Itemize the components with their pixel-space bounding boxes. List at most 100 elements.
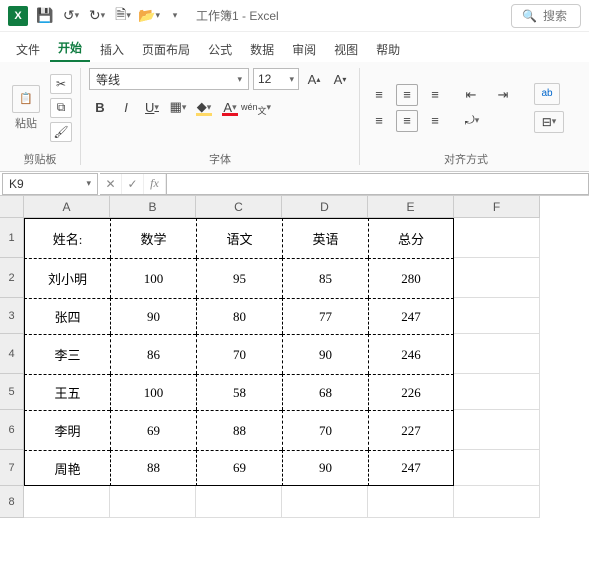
cell-A8[interactable]: [24, 486, 110, 518]
align-center-icon[interactable]: ≡: [396, 110, 418, 132]
cell-A2[interactable]: 刘小明: [24, 258, 110, 298]
cell-E3[interactable]: 247: [368, 298, 454, 334]
cell-D8[interactable]: [282, 486, 368, 518]
col-header-E[interactable]: E: [368, 196, 454, 218]
col-header-A[interactable]: A: [24, 196, 110, 218]
cell-A7[interactable]: 周艳: [24, 450, 110, 486]
cell-F3[interactable]: [454, 298, 540, 334]
cell-E5[interactable]: 226: [368, 374, 454, 410]
cell-D5[interactable]: 68: [282, 374, 368, 410]
save-icon[interactable]: 💾: [34, 5, 56, 27]
select-all-corner[interactable]: [0, 196, 24, 218]
font-color-button[interactable]: A▾: [219, 96, 241, 118]
undo-icon[interactable]: ↺▾: [60, 5, 82, 27]
tab-页面布局[interactable]: 页面布局: [134, 35, 198, 62]
tab-开始[interactable]: 开始: [50, 33, 90, 62]
font-name-select[interactable]: 等线 ▾: [89, 68, 249, 90]
search-input[interactable]: 🔍 搜索: [511, 4, 581, 28]
formula-input[interactable]: [167, 173, 589, 195]
tab-审阅[interactable]: 审阅: [284, 35, 324, 62]
paste-button[interactable]: 📋 粘贴: [8, 85, 44, 131]
row-header-1[interactable]: 1: [0, 218, 24, 258]
cell-C1[interactable]: 语文: [196, 218, 282, 258]
cell-C3[interactable]: 80: [196, 298, 282, 334]
cell-D4[interactable]: 90: [282, 334, 368, 374]
tab-帮助[interactable]: 帮助: [368, 35, 408, 62]
cell-F4[interactable]: [454, 334, 540, 374]
merge-center-button[interactable]: ⊟▾: [534, 111, 564, 133]
cancel-formula-icon[interactable]: ✕: [100, 174, 122, 194]
cell-B1[interactable]: 数学: [110, 218, 196, 258]
cell-F8[interactable]: [454, 486, 540, 518]
copy-icon[interactable]: ⧉: [50, 98, 72, 118]
bold-button[interactable]: B: [89, 96, 111, 118]
borders-button[interactable]: ▦▾: [167, 96, 189, 118]
cell-E4[interactable]: 246: [368, 334, 454, 374]
cell-F1[interactable]: [454, 218, 540, 258]
qat-customize-icon[interactable]: ▾: [164, 5, 186, 27]
tab-数据[interactable]: 数据: [242, 35, 282, 62]
row-header-3[interactable]: 3: [0, 298, 24, 334]
tab-公式[interactable]: 公式: [200, 35, 240, 62]
decrease-indent-icon[interactable]: ⇤: [460, 84, 482, 106]
cell-E6[interactable]: 227: [368, 410, 454, 450]
font-size-select[interactable]: 12 ▾: [253, 68, 299, 90]
cell-D6[interactable]: 70: [282, 410, 368, 450]
cell-C7[interactable]: 69: [196, 450, 282, 486]
cell-D1[interactable]: 英语: [282, 218, 368, 258]
row-header-2[interactable]: 2: [0, 258, 24, 298]
cell-C6[interactable]: 88: [196, 410, 282, 450]
align-right-icon[interactable]: ≡: [424, 110, 446, 132]
cell-B3[interactable]: 90: [110, 298, 196, 334]
align-left-icon[interactable]: ≡: [368, 110, 390, 132]
cell-F6[interactable]: [454, 410, 540, 450]
open-folder-icon[interactable]: 📂▾: [138, 5, 160, 27]
row-header-5[interactable]: 5: [0, 374, 24, 410]
cell-B7[interactable]: 88: [110, 450, 196, 486]
row-header-7[interactable]: 7: [0, 450, 24, 486]
redo-icon[interactable]: ↻▾: [86, 5, 108, 27]
col-header-B[interactable]: B: [110, 196, 196, 218]
row-header-8[interactable]: 8: [0, 486, 24, 518]
cell-B4[interactable]: 86: [110, 334, 196, 374]
increase-font-icon[interactable]: A▴: [303, 68, 325, 90]
tab-插入[interactable]: 插入: [92, 35, 132, 62]
cell-A3[interactable]: 张四: [24, 298, 110, 334]
cell-B8[interactable]: [110, 486, 196, 518]
tab-文件[interactable]: 文件: [8, 35, 48, 62]
wrap-text-button[interactable]: ab: [534, 83, 560, 105]
increase-indent-icon[interactable]: ⇥: [492, 84, 514, 106]
cell-F5[interactable]: [454, 374, 540, 410]
col-header-D[interactable]: D: [282, 196, 368, 218]
cell-A4[interactable]: 李三: [24, 334, 110, 374]
cell-D7[interactable]: 90: [282, 450, 368, 486]
cell-E7[interactable]: 247: [368, 450, 454, 486]
cell-E1[interactable]: 总分: [368, 218, 454, 258]
cell-C4[interactable]: 70: [196, 334, 282, 374]
cell-A6[interactable]: 李明: [24, 410, 110, 450]
align-top-icon[interactable]: ≡: [368, 84, 390, 106]
cell-D3[interactable]: 77: [282, 298, 368, 334]
cell-F7[interactable]: [454, 450, 540, 486]
orientation-icon[interactable]: ⤾▾: [460, 110, 484, 132]
col-header-F[interactable]: F: [454, 196, 540, 218]
name-box[interactable]: K9 ▾: [2, 173, 98, 195]
cut-icon[interactable]: ✂: [50, 74, 72, 94]
fx-icon[interactable]: fx: [144, 174, 166, 194]
cell-C5[interactable]: 58: [196, 374, 282, 410]
phonetic-button[interactable]: wén文▾: [245, 96, 267, 118]
cell-B6[interactable]: 69: [110, 410, 196, 450]
decrease-font-icon[interactable]: A▾: [329, 68, 351, 90]
enter-formula-icon[interactable]: ✓: [122, 174, 144, 194]
cell-B5[interactable]: 100: [110, 374, 196, 410]
fill-color-button[interactable]: ◆▾: [193, 96, 215, 118]
cell-D2[interactable]: 85: [282, 258, 368, 298]
row-header-6[interactable]: 6: [0, 410, 24, 450]
new-file-icon[interactable]: 🗎▾: [112, 5, 134, 27]
cell-B2[interactable]: 100: [110, 258, 196, 298]
cell-E8[interactable]: [368, 486, 454, 518]
cell-A5[interactable]: 王五: [24, 374, 110, 410]
cell-C2[interactable]: 95: [196, 258, 282, 298]
cell-C8[interactable]: [196, 486, 282, 518]
cell-F2[interactable]: [454, 258, 540, 298]
